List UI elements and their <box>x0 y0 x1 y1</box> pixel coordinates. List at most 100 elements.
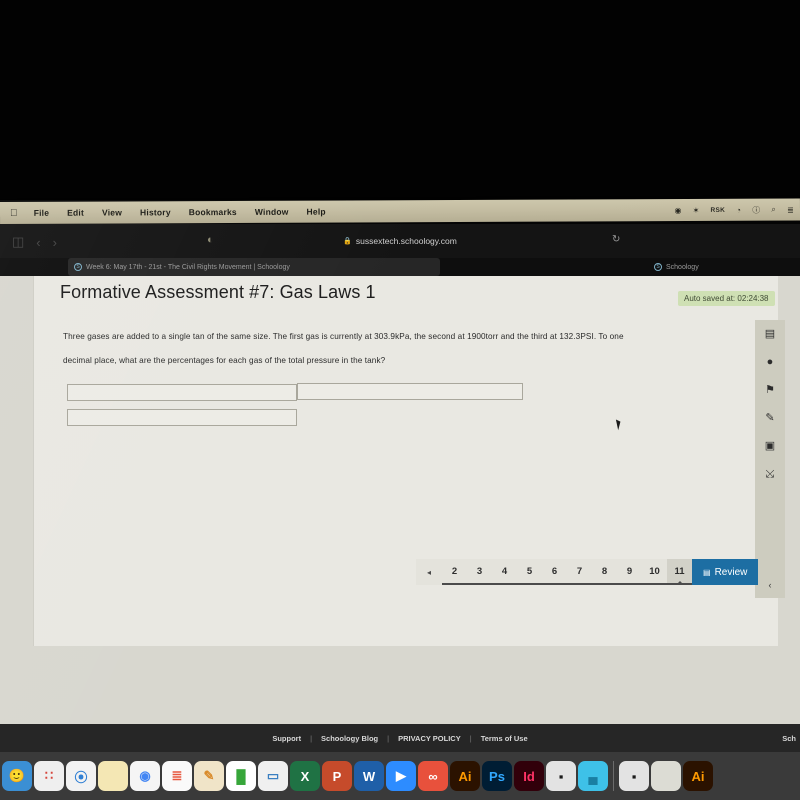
menu-item-bookmarks[interactable]: Bookmarks <box>189 207 237 217</box>
footer-separator: | <box>310 733 313 743</box>
reload-icon[interactable]: ↻ <box>612 234 620 245</box>
tab-bar: S Week 6: May 17th - 21st - The Civil Ri… <box>0 258 800 276</box>
menu-bar-status-items: ◉ ✶ RSK ◔ ⓘ ⌕ ≣ <box>674 199 794 222</box>
question-text-line-1: Three gases are added to a single tan of… <box>63 332 624 341</box>
calculator-icon[interactable]: ▣ <box>765 441 775 452</box>
menu-item-window[interactable]: Window <box>255 207 289 217</box>
screen-bezel-top <box>0 0 800 200</box>
sidebar-toggle-icon[interactable]: ◫ <box>12 234 24 250</box>
page-button-6[interactable]: 6 <box>542 559 567 583</box>
dock-excel[interactable]: X <box>290 761 320 791</box>
question-text-line-2: decimal place, what are the percentages … <box>63 356 386 365</box>
dock-pages[interactable]: ✎ <box>194 761 224 791</box>
tab-schoology[interactable]: S Schoology <box>648 258 778 276</box>
spotlight-search-icon[interactable]: ⌕ <box>771 205 776 215</box>
tab-label: Schoology <box>666 263 699 271</box>
page-button-7[interactable]: 7 <box>567 559 592 583</box>
dock-numbers[interactable]: █ <box>226 761 256 791</box>
dock-separator <box>613 761 614 791</box>
footer-separator: | <box>387 733 390 743</box>
page-button-2[interactable]: 2 <box>442 559 467 583</box>
pagination-prev-button[interactable]: ◂ <box>416 559 442 585</box>
privacy-shield-icon[interactable]: ◐ <box>207 234 214 246</box>
tab-civil-rights-movement[interactable]: S Week 6: May 17th - 21st - The Civil Ri… <box>68 258 440 276</box>
dock-roblox-1[interactable]: ▪ <box>546 761 576 791</box>
dropbox-icon[interactable]: ◉ <box>674 206 681 215</box>
bluetooth-icon[interactable]: ✶ <box>693 205 700 214</box>
dock-creative-cloud[interactable]: ∞ <box>418 761 448 791</box>
menu-item-file[interactable]: File <box>34 208 49 218</box>
apple-menu-icon[interactable]:  <box>10 207 18 218</box>
dock-indesign[interactable]: Id <box>514 761 544 791</box>
review-button[interactable]: ▤ Review <box>692 559 759 585</box>
page-button-3[interactable]: 3 <box>467 559 492 583</box>
footer-separator: | <box>469 733 472 743</box>
clock-icon[interactable]: ● <box>767 357 774 368</box>
web-page-viewport: Formative Assessment #7: Gas Laws 1 Auto… <box>0 276 800 724</box>
dock-blank-window[interactable] <box>651 761 681 791</box>
page-button-5[interactable]: 5 <box>517 559 542 583</box>
flag-icon[interactable]: ⚑ <box>765 385 775 396</box>
menu-item-help[interactable]: Help <box>307 207 326 217</box>
laptop-screen-photo:  File Edit View History Bookmarks Windo… <box>0 0 800 800</box>
assessment-tool-rail: ▤ ● ⚑ ✎ ▣ ⤩ ‹ <box>755 320 785 598</box>
review-button-label: Review <box>714 566 748 578</box>
lock-icon: 🔒 <box>343 237 352 245</box>
answer-field-1b[interactable] <box>297 383 523 400</box>
page-button-4[interactable]: 4 <box>492 559 517 583</box>
macos-menu-bar:  File Edit View History Bookmarks Windo… <box>0 198 800 224</box>
tab-label: Week 6: May 17th - 21st - The Civil Righ… <box>86 263 290 271</box>
page-button-10[interactable]: 10 <box>642 559 667 583</box>
control-center-icon[interactable]: ⓘ <box>752 204 760 215</box>
dock-keynote[interactable]: ▭ <box>258 761 288 791</box>
answer-field-1a[interactable] <box>67 384 297 401</box>
footer-link-terms-of-use[interactable]: Terms of Use <box>481 734 528 743</box>
footer-link-schoology-truncated[interactable]: Sch <box>782 734 796 743</box>
question-pagination: ◂ 2 3 4 5 6 7 8 9 10 11 ▤ Review <box>416 559 759 585</box>
pencil-annotate-icon[interactable]: ✎ <box>765 413 774 424</box>
footer-link-support[interactable]: Support <box>272 734 301 743</box>
menu-item-history[interactable]: History <box>140 207 171 217</box>
page-title: Formative Assessment #7: Gas Laws 1 <box>60 282 376 302</box>
dock-safari[interactable]: ⦿ <box>66 761 96 791</box>
address-bar[interactable]: 🔒 sussextech.schoology.com <box>275 232 525 249</box>
dock-word[interactable]: W <box>354 761 384 791</box>
dock-photoshop[interactable]: Ps <box>482 761 512 791</box>
wifi-icon[interactable]: ◔ <box>736 205 741 214</box>
fullscreen-expand-icon[interactable]: ⤩ <box>766 469 775 480</box>
dock-illustrator-2[interactable]: Ai <box>683 761 713 791</box>
dock-launchpad[interactable]: ∷ <box>34 761 64 791</box>
url-text: sussextech.schoology.com <box>355 235 457 246</box>
dock-powerpoint[interactable]: P <box>322 761 352 791</box>
dock-notes[interactable] <box>98 761 128 791</box>
dock-reminders[interactable]: ≣ <box>162 761 192 791</box>
assessment-content-panel: Formative Assessment #7: Gas Laws 1 Auto… <box>33 276 785 646</box>
back-icon[interactable]: ‹ <box>36 235 40 250</box>
pagination-numbers: 2 3 4 5 6 7 8 9 10 11 <box>442 559 692 585</box>
page-button-8[interactable]: 8 <box>592 559 617 583</box>
schoology-favicon-icon: S <box>74 263 82 271</box>
forward-icon[interactable]: › <box>53 235 57 250</box>
dock-zoom[interactable]: ▶ <box>386 761 416 791</box>
footer-link-privacy-policy[interactable]: PRIVACY POLICY <box>398 734 461 743</box>
macos-dock: 🙂 ∷ ⦿ ◉ ≣ ✎ █ ▭ X P W ▶ ∞ Ai Ps Id ▪ ▄ ▪ Ai <box>0 752 800 800</box>
dock-roblox-2[interactable]: ▪ <box>619 761 649 791</box>
menu-item-view[interactable]: View <box>102 207 122 217</box>
rsk-icon[interactable]: RSK <box>711 206 726 213</box>
calendar-icon[interactable]: ▤ <box>765 329 775 340</box>
siri-icon[interactable]: ≣ <box>787 205 794 214</box>
site-footer: Support | Schoology Blog | PRIVACY POLIC… <box>0 724 800 752</box>
dock-finder[interactable]: 🙂 <box>2 761 32 791</box>
collapse-rail-icon[interactable]: ‹ <box>769 580 772 590</box>
schoology-favicon-icon: S <box>654 263 662 271</box>
dock-illustrator[interactable]: Ai <box>450 761 480 791</box>
dock-teams[interactable]: ▄ <box>578 761 608 791</box>
answer-field-2[interactable] <box>67 409 297 426</box>
calendar-icon: ▤ <box>703 567 711 577</box>
autosave-status-badge: Auto saved at: 02:24:38 <box>678 291 775 306</box>
page-button-9[interactable]: 9 <box>617 559 642 583</box>
menu-item-edit[interactable]: Edit <box>67 208 84 218</box>
footer-link-schoology-blog[interactable]: Schoology Blog <box>321 734 378 743</box>
dock-chrome[interactable]: ◉ <box>130 761 160 791</box>
page-button-11[interactable]: 11 <box>667 559 692 583</box>
